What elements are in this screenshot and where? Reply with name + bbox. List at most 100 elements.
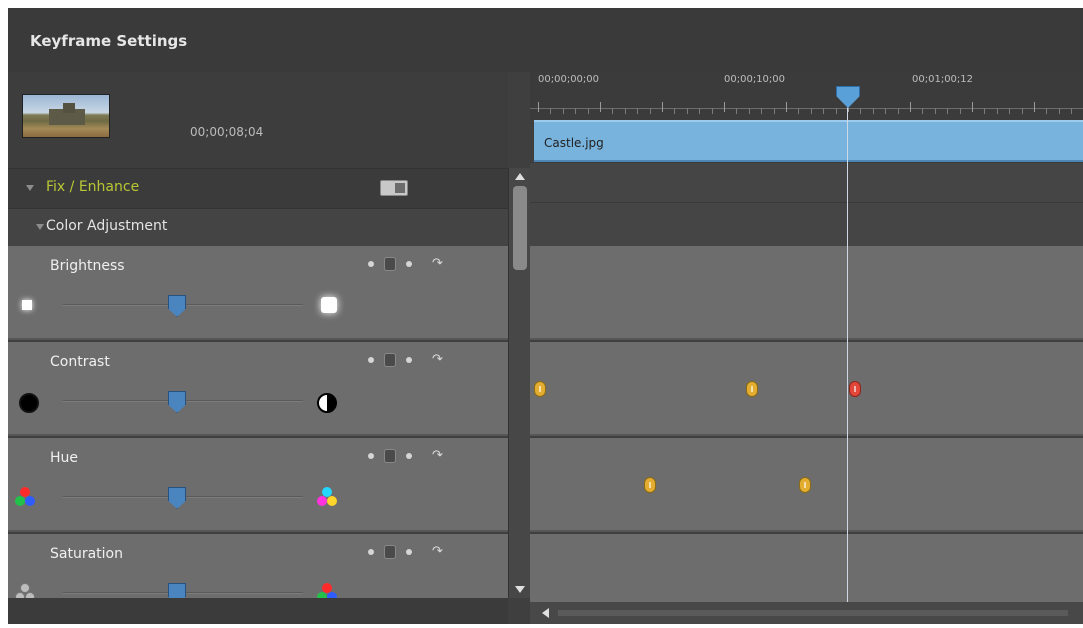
next-keyframe-icon[interactable]	[406, 549, 412, 555]
param-contrast: Contrast ↷	[8, 342, 508, 436]
section-fix-enhance[interactable]: Fix / Enhance	[8, 168, 508, 208]
title-bar: Keyframe Settings	[8, 8, 1083, 72]
tick-label: 00;00;00;00	[538, 74, 600, 85]
ruler-tick	[885, 108, 887, 114]
add-keyframe-icon[interactable]	[384, 353, 396, 367]
ruler-tick	[612, 108, 614, 114]
ruler-tick	[996, 108, 998, 114]
ruler-tick	[736, 108, 738, 114]
keyframe-controls: ↷	[360, 352, 460, 368]
next-keyframe-icon[interactable]	[406, 357, 412, 363]
ruler-tick	[1034, 102, 1035, 112]
window-title: Keyframe Settings	[30, 32, 188, 50]
ruler-tick	[550, 108, 552, 114]
keyframe-settings-window: Keyframe Settings 00;00;08;04 Fix / Enha…	[8, 8, 1083, 624]
undo-icon[interactable]: ↷	[432, 544, 443, 559]
param-label: Hue	[50, 450, 79, 466]
undo-icon[interactable]: ↷	[432, 256, 443, 271]
ruler-tick	[686, 108, 688, 114]
ruler-tick	[934, 108, 936, 114]
param-brightness: Brightness ↷	[8, 246, 508, 340]
contrast-high-icon	[314, 390, 337, 413]
ruler-tick	[1046, 108, 1048, 114]
clip-bar[interactable]: Castle.jpg	[534, 120, 1083, 162]
keyframe-marker[interactable]	[534, 381, 546, 397]
track-color-adjustment	[530, 202, 1083, 246]
add-keyframe-icon[interactable]	[384, 257, 396, 271]
ruler-tick	[872, 108, 874, 114]
keyframe-marker[interactable]	[799, 477, 811, 493]
track-fix-enhance	[530, 162, 1083, 202]
keyframe-timeline: 00;00;00;00 00;00;10;00 00;01;00;12 Cast…	[530, 72, 1083, 624]
scroll-thumb[interactable]	[513, 186, 527, 270]
tick-label: 00;00;10;00	[724, 74, 786, 85]
ruler-tick	[562, 108, 564, 114]
ruler-tick	[600, 102, 601, 112]
triangle-down-icon[interactable]	[26, 185, 34, 191]
time-ruler[interactable]: 00;00;00;00 00;00;10;00 00;01;00;12	[530, 72, 1083, 120]
scroll-track[interactable]	[558, 610, 1068, 616]
ruler-tick	[711, 108, 713, 114]
ruler-tick	[649, 108, 651, 114]
param-label: Contrast	[50, 354, 110, 370]
scroll-up-icon[interactable]	[515, 173, 525, 180]
ruler-tick	[637, 108, 639, 114]
param-hue: Hue ↷	[8, 438, 508, 532]
clip-duration: 00;00;08;04	[190, 125, 264, 139]
ruler-tick	[959, 108, 961, 114]
app-root: Keyframe Settings 00;00;08;04 Fix / Enha…	[0, 0, 1083, 628]
track-hue[interactable]	[530, 438, 1083, 532]
ruler-tick	[1021, 108, 1023, 114]
ruler-tick	[674, 108, 676, 114]
prev-keyframe-icon[interactable]	[368, 261, 374, 267]
ruler-tick	[538, 102, 539, 112]
horizontal-scrollbar[interactable]	[530, 602, 1083, 624]
contrast-slider-thumb[interactable]	[168, 391, 186, 413]
next-keyframe-icon[interactable]	[406, 453, 412, 459]
triangle-down-icon[interactable]	[36, 224, 44, 230]
ruler-tick	[823, 108, 825, 114]
undo-icon[interactable]: ↷	[432, 352, 443, 367]
ruler-tick	[897, 108, 899, 114]
prev-keyframe-icon[interactable]	[368, 549, 374, 555]
scroll-left-icon[interactable]	[542, 608, 549, 618]
toggle-icon[interactable]	[380, 180, 408, 196]
section-color-adjustment-label: Color Adjustment	[46, 218, 168, 234]
thumbnail-tower-shape	[63, 103, 75, 113]
playhead-line	[847, 92, 848, 602]
ruler-tick	[786, 102, 787, 112]
brightness-slider-thumb[interactable]	[168, 295, 186, 317]
track-contrast[interactable]	[530, 342, 1083, 436]
ruler-tick	[1058, 108, 1060, 114]
brightness-low-icon	[16, 294, 38, 316]
param-label: Saturation	[50, 546, 123, 562]
add-keyframe-icon[interactable]	[384, 449, 396, 463]
ruler-tick	[662, 102, 663, 112]
hue-high-icon	[316, 486, 338, 508]
hue-low-icon	[14, 486, 36, 508]
section-color-adjustment[interactable]: Color Adjustment	[8, 208, 508, 246]
track-saturation[interactable]	[530, 534, 1083, 602]
ruler-tick	[972, 102, 973, 112]
hue-slider-thumb[interactable]	[168, 487, 186, 509]
tick-label: 00;01;00;12	[912, 74, 974, 85]
vertical-scrollbar[interactable]	[508, 168, 530, 598]
keyframe-marker[interactable]	[746, 381, 758, 397]
ruler-tick	[587, 108, 589, 114]
next-keyframe-icon[interactable]	[406, 261, 412, 267]
properties-panel: 00;00;08;04 Fix / Enhance Color Adjustme…	[8, 72, 508, 624]
prev-keyframe-icon[interactable]	[368, 453, 374, 459]
ruler-tick	[860, 108, 862, 114]
track-brightness[interactable]	[530, 246, 1083, 340]
add-keyframe-icon[interactable]	[384, 545, 396, 559]
scroll-down-icon[interactable]	[515, 586, 525, 593]
keyframe-controls: ↷	[360, 256, 460, 272]
ruler-tick	[575, 108, 577, 114]
ruler-tick	[748, 108, 750, 114]
undo-icon[interactable]: ↷	[432, 448, 443, 463]
ruler-tick	[773, 108, 775, 114]
ruler-tick	[798, 108, 800, 114]
keyframe-marker-active[interactable]	[849, 381, 861, 397]
prev-keyframe-icon[interactable]	[368, 357, 374, 363]
keyframe-marker[interactable]	[644, 477, 656, 493]
